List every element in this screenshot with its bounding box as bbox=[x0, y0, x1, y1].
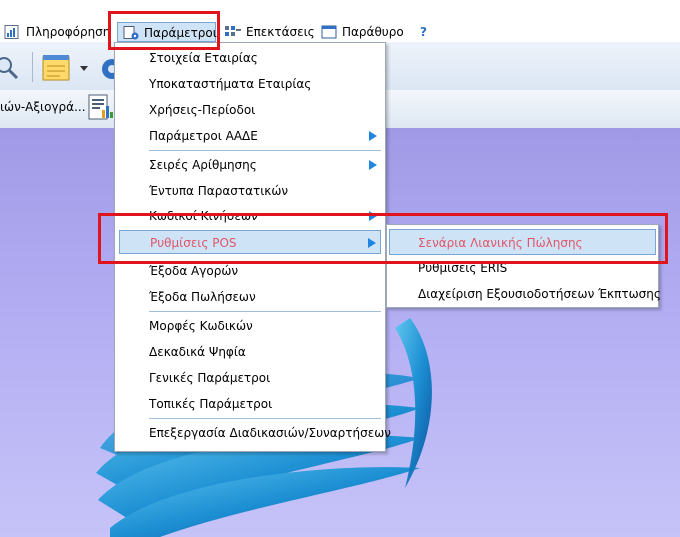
menu-item-genikes-parametroi[interactable]: Γενικές Παράμετροι bbox=[119, 366, 381, 390]
menu-item-label: Γενικές Παράμετροι bbox=[149, 371, 271, 385]
menu-item-label: Σειρές Αρίθμησης bbox=[149, 158, 257, 172]
search-icon[interactable] bbox=[0, 56, 22, 80]
toolbar-module-label[interactable]: ιών-Αξιογρά... bbox=[0, 100, 86, 114]
menu-pliroforisi[interactable]: Πληροφόρηση bbox=[4, 22, 110, 42]
window-icon bbox=[321, 25, 337, 39]
menu-item-xriseis-periodoi[interactable]: Χρήσεις-Περίοδοι bbox=[119, 98, 381, 122]
help-icon: ? bbox=[420, 25, 427, 39]
menu-item-epexergasia-diadikasion[interactable]: Επεξεργασία Διαδικασιών/Συναρτήσεων bbox=[119, 421, 391, 445]
submenu-item-diaxeirisi-exousiodotiseon[interactable]: Διαχείριση Εξουσιοδοτήσεων Έκπτωσης bbox=[389, 281, 661, 307]
submenu-arrow-icon bbox=[369, 160, 377, 170]
menu-item-morfes-kodikon[interactable]: Μορφές Κωδικών bbox=[119, 314, 381, 338]
chevron-down-icon[interactable] bbox=[80, 66, 88, 72]
extensions-grid-icon bbox=[225, 26, 241, 36]
menu-separator bbox=[149, 311, 381, 312]
menu-item-label: Δεκαδικά Ψηφία bbox=[149, 345, 246, 359]
annotation-box-rythmiseis-pos bbox=[98, 213, 668, 264]
report-list-icon[interactable] bbox=[88, 94, 114, 122]
report-chart-icon bbox=[4, 25, 19, 39]
menu-epektaseis[interactable]: Επεκτάσεις bbox=[224, 22, 316, 42]
menu-separator bbox=[149, 418, 381, 419]
submenu-arrow-icon bbox=[369, 131, 377, 141]
menu-item-seires-arithmisis[interactable]: Σειρές Αρίθμησης bbox=[119, 153, 381, 177]
menu-item-label: Υποκαταστήματα Εταιρίας bbox=[149, 77, 312, 91]
menu-separator bbox=[149, 150, 381, 151]
submenu-item-label: Διαχείριση Εξουσιοδοτήσεων Έκπτωσης bbox=[418, 287, 661, 301]
toolbar-separator bbox=[32, 52, 33, 82]
menu-item-parametroi-aade[interactable]: Παράμετροι ΑΑΔΕ bbox=[119, 124, 381, 148]
menu-item-topikes-parametroi[interactable]: Τοπικές Παράμετροι bbox=[119, 392, 381, 416]
notepad-icon[interactable] bbox=[42, 54, 72, 82]
menu-pliroforisi-label: Πληροφόρηση bbox=[26, 25, 111, 39]
menu-parathyro-label: Παράθυρο bbox=[342, 25, 404, 39]
annotation-box-parametroi bbox=[108, 11, 220, 50]
menu-parathyro[interactable]: Παράθυρο bbox=[321, 22, 404, 42]
menu-item-dekadika-psifia[interactable]: Δεκαδικά Ψηφία bbox=[119, 340, 381, 364]
menu-item-label: Επεξεργασία Διαδικασιών/Συναρτήσεων bbox=[149, 426, 391, 440]
menu-item-label: Έντυπα Παραστατικών bbox=[149, 184, 289, 198]
menu-item-label: Έξοδα Πωλήσεων bbox=[149, 290, 256, 304]
menu-item-exoda-poliseon[interactable]: Έξοδα Πωλήσεων bbox=[119, 285, 381, 309]
menu-item-label: Τοπικές Παράμετροι bbox=[149, 397, 273, 411]
menu-item-label: Παράμετροι ΑΑΔΕ bbox=[149, 129, 258, 143]
menu-bar: Πληροφόρηση Παράμετροι Επεκτάσεις Παράθυ… bbox=[0, 22, 680, 42]
menu-epektaseis-label: Επεκτάσεις bbox=[246, 25, 315, 39]
menu-help[interactable]: ? bbox=[420, 22, 432, 42]
menu-item-entypa-parastatikon[interactable]: Έντυπα Παραστατικών bbox=[119, 179, 381, 203]
menu-item-ypokatastimata[interactable]: Υποκαταστήματα Εταιρίας bbox=[119, 72, 381, 96]
menu-item-label: Χρήσεις-Περίοδοι bbox=[149, 103, 256, 117]
window-top-strip bbox=[0, 0, 680, 22]
menu-item-label: Μορφές Κωδικών bbox=[149, 319, 253, 333]
